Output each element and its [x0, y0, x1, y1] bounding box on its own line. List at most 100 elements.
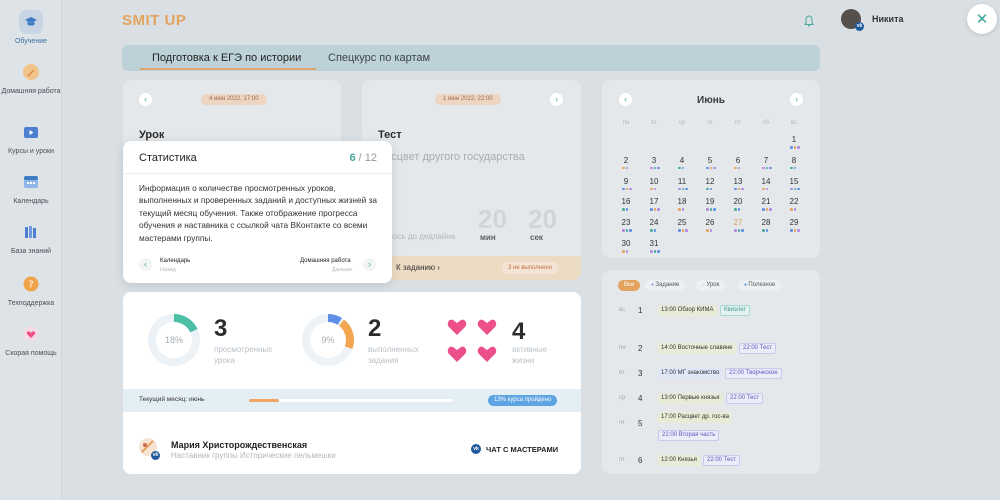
calendar-day[interactable]: 20	[728, 197, 748, 206]
event-marker	[790, 187, 793, 191]
schedule-event[interactable]: 13:00 Обзор КИМА	[658, 305, 717, 316]
user-name[interactable]: Никита	[872, 14, 903, 24]
schedule-event[interactable]: 22:00 Творческое	[725, 368, 782, 379]
filter-chip[interactable]: ● Урок	[696, 280, 726, 291]
task-link[interactable]: К заданию ›	[396, 263, 440, 272]
sidebar-item-homework[interactable]: Домашняя работа	[0, 60, 62, 96]
schedule-event[interactable]: 22:00 Вторая часть	[658, 430, 720, 441]
calendar-day[interactable]: 12	[700, 177, 720, 186]
calendar-day[interactable]: 29	[784, 218, 804, 227]
seconds-label: сек	[530, 233, 543, 242]
calendar-day-markers	[706, 187, 712, 191]
calendar-day-markers	[650, 250, 660, 253]
chevron-right-icon[interactable]: ›	[550, 93, 563, 106]
calendar-day[interactable]: 11	[672, 177, 692, 186]
calendar-weekday: вт	[651, 120, 657, 126]
calendar-day-markers	[678, 166, 684, 170]
popup-back-button[interactable]: ‹	[139, 258, 152, 271]
event-marker	[622, 187, 625, 191]
calendar-day[interactable]: 22	[784, 197, 804, 206]
calendar-day[interactable]: 21	[756, 197, 776, 206]
video-icon	[19, 120, 43, 144]
schedule-event[interactable]: Квизлет	[720, 305, 751, 316]
schedule-event[interactable]: 22:00 Тест	[703, 455, 741, 466]
schedule-event[interactable]: 17:00 МГ знакомство	[658, 368, 723, 379]
sidebar-item-emergency[interactable]: Скорая помощь	[0, 322, 62, 358]
schedule-event[interactable]: 14:00 Восточные славяне	[658, 343, 736, 354]
heart-icon	[19, 322, 43, 346]
calendar-day[interactable]: 17	[644, 197, 664, 206]
calendar-day[interactable]: 30	[616, 239, 636, 248]
heart-icon	[447, 346, 467, 362]
calendar-day[interactable]: 27	[728, 218, 748, 227]
calendar-day[interactable]: 25	[672, 218, 692, 227]
close-button[interactable]: ✕	[967, 4, 997, 34]
test-card[interactable]: 1 июн 2022, 22:00 › Тест Расцвет другого…	[362, 80, 581, 280]
books-icon	[19, 220, 43, 244]
event-marker	[706, 208, 709, 211]
event-marker	[685, 229, 688, 232]
calendar-day[interactable]: 24	[644, 218, 664, 227]
calendar-day-markers	[762, 208, 772, 211]
calendar-day[interactable]: 19	[700, 197, 720, 206]
popup-back-label[interactable]: Календарь	[160, 258, 190, 264]
heart-icon	[477, 346, 497, 362]
calendar-day[interactable]: 16	[616, 197, 636, 206]
event-marker	[765, 208, 768, 211]
schedule-event[interactable]: 12:00 Князья	[658, 455, 700, 466]
filter-chip[interactable]: Все	[618, 280, 641, 291]
vk-chat-icon: vk	[471, 444, 481, 454]
calendar-day[interactable]: 28	[756, 218, 776, 227]
tab-history-exam[interactable]: Подготовка к ЕГЭ по истории	[152, 52, 301, 64]
calendar-day[interactable]: 23	[616, 218, 636, 227]
calendar-day[interactable]: 3	[644, 156, 664, 165]
test-subtitle: Расцвет другого государства	[378, 151, 525, 163]
sidebar-item-learning[interactable]: Обучение	[0, 10, 62, 46]
status-badge: 3 не выполнено	[502, 262, 559, 274]
calendar-weekday: пт	[735, 120, 741, 126]
calendar-day[interactable]: 26	[700, 218, 720, 227]
sidebar-item-support[interactable]: ? Техподдержка	[0, 272, 62, 308]
event-marker	[681, 208, 684, 211]
calendar-day[interactable]: 4	[672, 156, 692, 165]
popup-next-label[interactable]: Домашняя работа	[300, 258, 351, 264]
schedule-event[interactable]: 13:00 Первые князья	[658, 393, 723, 404]
filter-chip[interactable]: ● Полезное	[738, 280, 782, 291]
calendar-month: Июнь	[697, 95, 725, 106]
filter-chip[interactable]: ● Задание	[645, 280, 686, 291]
calendar-day[interactable]: 10	[644, 177, 664, 186]
calendar-day[interactable]: 7	[756, 156, 776, 165]
calendar-day[interactable]: 1	[784, 135, 804, 144]
calendar-day[interactable]: 15	[784, 177, 804, 186]
schedule-event[interactable]: 22:00 Тест	[726, 393, 764, 404]
calendar-day[interactable]: 5	[700, 156, 720, 165]
sidebar-item-knowledge[interactable]: База знаний	[0, 220, 62, 256]
calendar-day[interactable]: 31	[644, 239, 664, 248]
calendar-day[interactable]: 18	[672, 197, 692, 206]
bell-icon[interactable]	[804, 14, 814, 32]
popup-back-sub: Назад	[160, 267, 176, 273]
chat-with-masters-button[interactable]: ЧАТ С МАСТЕРАМИ	[486, 445, 558, 454]
lesson-card[interactable]: ‹ 4 июн 2022, 17:00 Урок	[123, 80, 341, 150]
popup-step-total: 12	[364, 152, 377, 164]
calendar-day[interactable]: 13	[728, 177, 748, 186]
app-logo[interactable]: SMIT UP	[122, 12, 186, 29]
event-marker	[706, 187, 709, 191]
event-marker	[678, 187, 681, 191]
vk-icon: vk	[151, 451, 160, 460]
schedule-event[interactable]: 22:00 Тест	[739, 343, 777, 354]
popup-next-button[interactable]: ›	[363, 258, 376, 271]
calendar-day[interactable]: 2	[616, 156, 636, 165]
tab-maps-course[interactable]: Спецкурс по картам	[328, 52, 430, 64]
sidebar-item-calendar[interactable]: Календарь	[0, 170, 62, 206]
calendar-day[interactable]: 8	[784, 156, 804, 165]
course-progress-badge: 13% курса пройдено	[488, 395, 558, 406]
event-marker	[650, 187, 653, 191]
sidebar-item-courses[interactable]: Курсы и уроки	[0, 120, 62, 156]
chevron-left-icon[interactable]: ‹	[139, 93, 152, 106]
calendar-day[interactable]: 6	[728, 156, 748, 165]
calendar-next-button[interactable]: ›	[790, 93, 803, 106]
calendar-day[interactable]: 9	[616, 177, 636, 186]
calendar-day[interactable]: 14	[756, 177, 776, 186]
schedule-event[interactable]: 17:00 Расцвет др. гос-ва	[658, 412, 732, 423]
